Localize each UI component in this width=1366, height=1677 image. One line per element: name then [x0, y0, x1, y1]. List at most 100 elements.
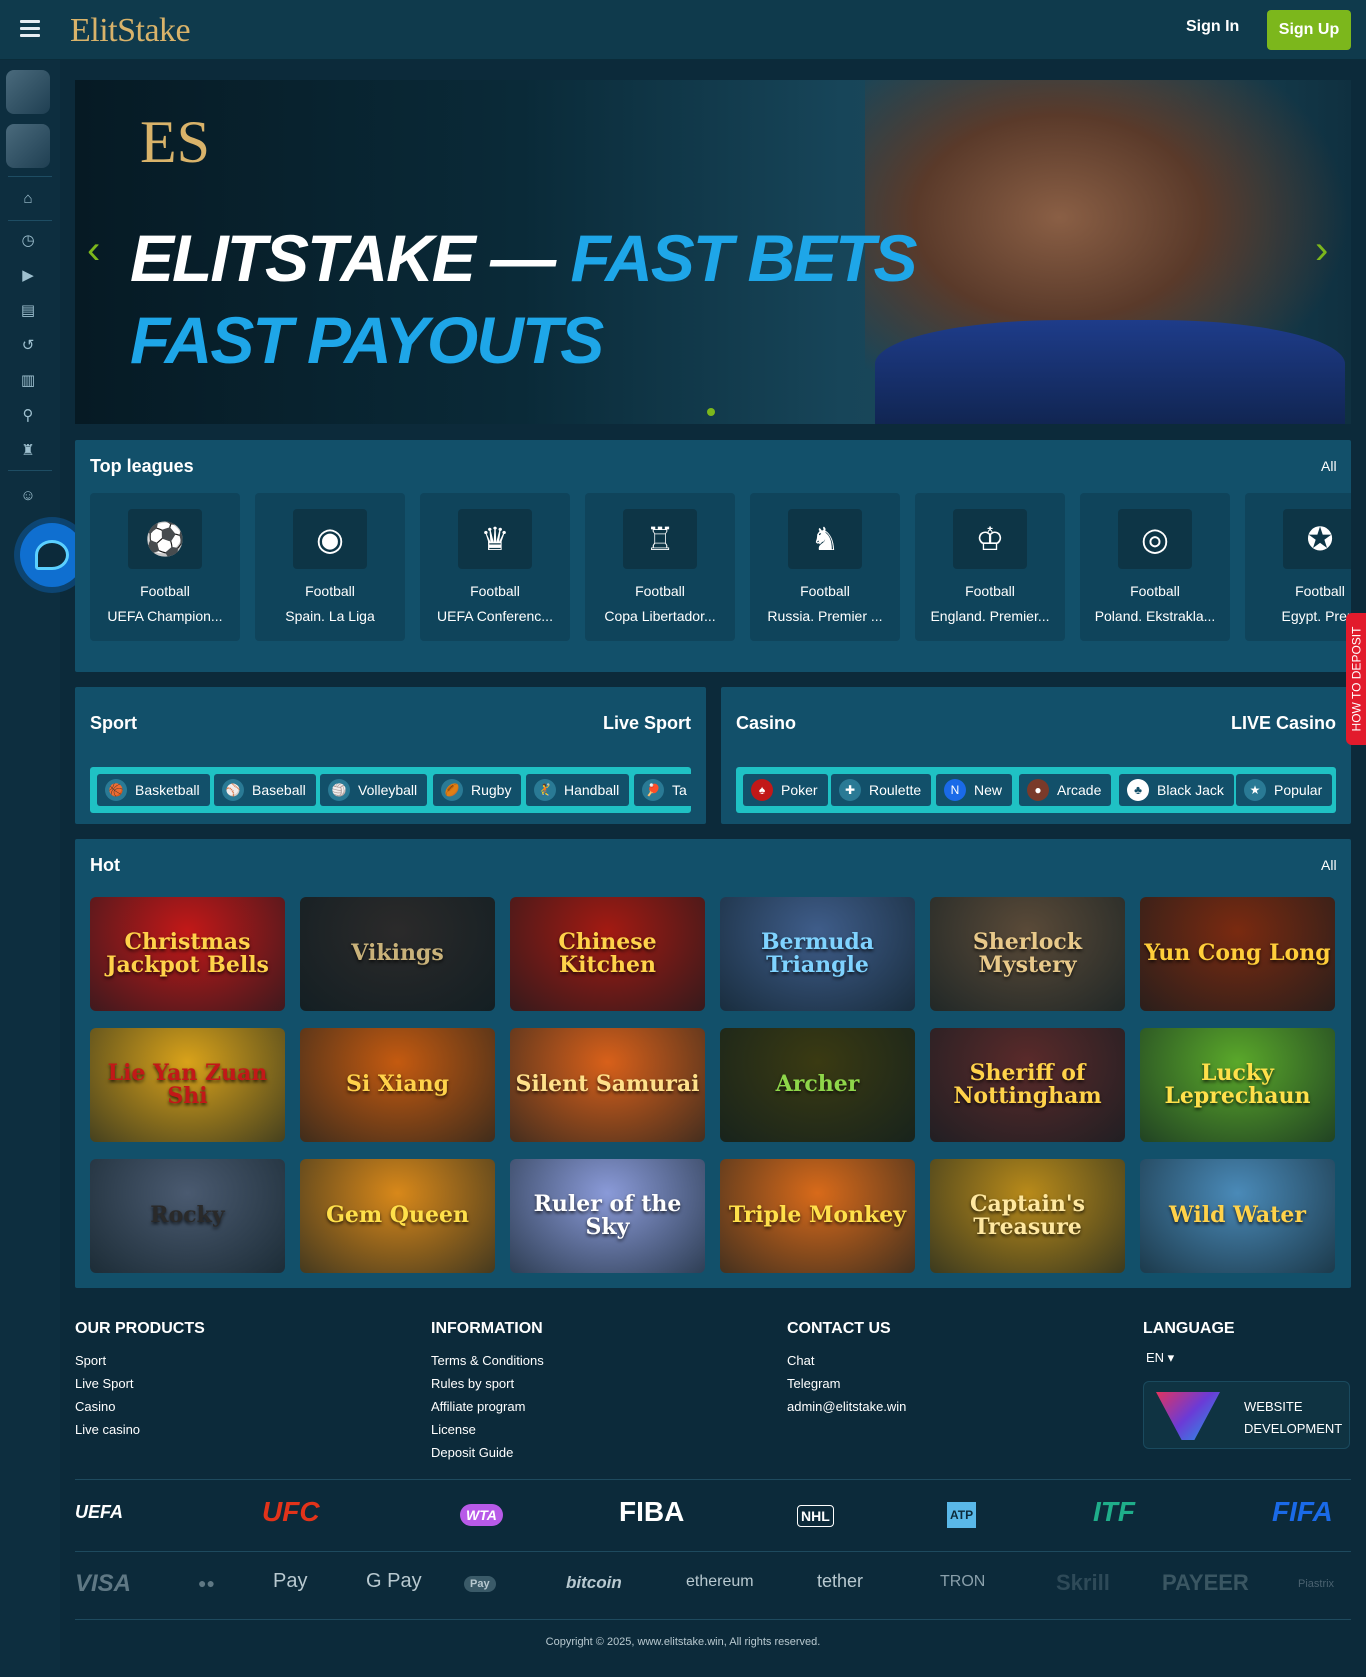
footer-link-chat[interactable]: Chat	[787, 1353, 814, 1368]
game-tile[interactable]: Yun Cong Long	[1140, 897, 1335, 1011]
game-title: Ruler of the Sky	[533, 1190, 682, 1240]
tennis-icon[interactable]: ⚲	[18, 405, 38, 425]
game-tile[interactable]: Wild Water	[1140, 1159, 1335, 1273]
footer-link-email[interactable]: admin@elitstake.win	[787, 1399, 906, 1414]
game-tile[interactable]: Silent Samurai	[510, 1028, 705, 1142]
league-card[interactable]: ♞ Football Russia. Premier ...	[750, 493, 900, 641]
footer-link-sport[interactable]: Sport	[75, 1353, 106, 1368]
home-icon[interactable]: ⌂	[18, 188, 38, 208]
game-tile[interactable]: Christmas Jackpot Bells	[90, 897, 285, 1011]
pay-payeer: PAYEER	[1162, 1570, 1249, 1595]
game-tile[interactable]: Vikings	[300, 897, 495, 1011]
chip-rugby[interactable]: 🏉 Rugby	[433, 774, 522, 806]
league-card[interactable]: ◉ Football Spain. La Liga	[255, 493, 405, 641]
stopwatch-icon[interactable]: ◷	[18, 230, 38, 250]
footer-link-affiliate[interactable]: Affiliate program	[431, 1399, 525, 1414]
history-icon[interactable]: ↺	[18, 335, 38, 355]
site-logo[interactable]: ElitStake	[70, 12, 191, 50]
game-tile[interactable]: Chinese Kitchen	[510, 897, 705, 1011]
game-title: Rocky	[150, 1202, 225, 1229]
game-tile[interactable]: Ruler of the Sky	[510, 1159, 705, 1273]
brand-atp: ATP	[947, 1502, 977, 1528]
game-tile[interactable]: Triple Monkey	[720, 1159, 915, 1273]
game-title: Sheriff of Nottingham	[953, 1059, 1102, 1109]
chip-label: Basketball	[135, 782, 200, 798]
brand-uefa: UEFA	[75, 1502, 124, 1522]
footer-link-casino[interactable]: Casino	[75, 1399, 115, 1414]
banner-pagination-dot[interactable]	[707, 408, 715, 416]
footer-link-deposit-guide[interactable]: Deposit Guide	[431, 1445, 513, 1460]
league-card[interactable]: ♔ Football England. Premier...	[915, 493, 1065, 641]
sidebar: ⌂ ◷ ▶ ▤ ↺ ▥ ⚲ ♜ ☺	[0, 60, 60, 1677]
footer-link-rules[interactable]: Rules by sport	[431, 1376, 514, 1391]
league-logo-icon: ♖	[623, 509, 697, 569]
sidebar-sport-thumb[interactable]	[6, 70, 50, 114]
banner-prev-arrow-icon[interactable]: ‹	[87, 230, 117, 270]
brand-ufc: UFC	[262, 1496, 320, 1527]
league-card[interactable]: ◎ Football Poland. Ekstrakla...	[1080, 493, 1230, 641]
chip-basketball[interactable]: 🏀 Basketball	[97, 774, 210, 806]
league-card[interactable]: ♖ Football Copa Libertador...	[585, 493, 735, 641]
league-name: UEFA Champion...	[107, 608, 223, 624]
chip-arcade[interactable]: ● Arcade	[1019, 774, 1112, 806]
game-tile[interactable]: Sheriff of Nottingham	[930, 1028, 1125, 1142]
play-icon[interactable]: ▶	[18, 265, 38, 285]
live-sport-link[interactable]: Live Sport	[603, 713, 691, 734]
league-logo-icon: ♔	[953, 509, 1027, 569]
chip-table-tennis[interactable]: 🏓 Ta	[634, 774, 691, 806]
banner-shirt-image	[875, 320, 1345, 424]
chip-baseball[interactable]: ⚾ Baseball	[214, 774, 316, 806]
chip-poker[interactable]: ♠ Poker	[743, 774, 828, 806]
menu-icon[interactable]	[20, 20, 40, 38]
game-tile[interactable]: Rocky	[90, 1159, 285, 1273]
information-title: INFORMATION	[431, 1320, 543, 1337]
popular-icon: ★	[1244, 779, 1266, 801]
sign-in-button[interactable]: Sign In	[1186, 18, 1239, 36]
footer-link-telegram[interactable]: Telegram	[787, 1376, 840, 1391]
chip-black-jack[interactable]: ♣ Black Jack	[1119, 774, 1234, 806]
casino-chips: ♠ Poker ✚ Roulette N New ● Arcade ♣ Black Jac…	[736, 767, 1336, 813]
casino-title[interactable]: Casino	[736, 713, 796, 734]
chip-popular[interactable]: ★ Popular	[1236, 774, 1333, 806]
how-to-deposit-tab[interactable]: HOW TO DEPOSIT	[1346, 613, 1366, 745]
sign-up-button[interactable]: Sign Up	[1267, 10, 1351, 50]
banner-next-arrow-icon[interactable]: ›	[1315, 230, 1345, 270]
game-tile[interactable]: Si Xiang	[300, 1028, 495, 1142]
footer-link-license[interactable]: License	[431, 1422, 476, 1437]
chip-new[interactable]: N New	[936, 774, 1013, 806]
footer-divider	[75, 1551, 1351, 1552]
league-sport: Football	[1130, 583, 1180, 599]
live-casino-link[interactable]: LIVE Casino	[1231, 713, 1336, 734]
jersey-icon[interactable]: ♜	[18, 440, 38, 460]
game-tile[interactable]: Captain's Treasure	[930, 1159, 1125, 1273]
game-tile[interactable]: Lucky Leprechaun	[1140, 1028, 1335, 1142]
chip-volleyball[interactable]: 🏐 Volleyball	[320, 774, 428, 806]
game-tile[interactable]: Sherlock Mystery	[930, 897, 1125, 1011]
hot-all-link[interactable]: All	[1321, 857, 1337, 873]
footer-link-live-casino[interactable]: Live casino	[75, 1422, 140, 1437]
footer-link-live-sport[interactable]: Live Sport	[75, 1376, 134, 1391]
league-card[interactable]: ⚽ Football UEFA Champion...	[90, 493, 240, 641]
game-tile[interactable]: Archer	[720, 1028, 915, 1142]
league-card[interactable]: ♛ Football UEFA Conferenc...	[420, 493, 570, 641]
website-development-badge[interactable]: WEBSITE DEVELOPMENT	[1143, 1381, 1350, 1449]
hero-banner[interactable]: ES ELITSTAKE — FAST BETS FAST PAYOUTS ‹ …	[75, 80, 1351, 424]
game-tile[interactable]: Gem Queen	[300, 1159, 495, 1273]
language-select[interactable]: EN ▾	[1146, 1350, 1174, 1366]
footer-link-terms[interactable]: Terms & Conditions	[431, 1353, 544, 1368]
chip-label: Poker	[781, 782, 818, 798]
league-card[interactable]: ✪ Football Egypt. Prem	[1245, 493, 1351, 641]
roulette-icon: ✚	[839, 779, 861, 801]
game-tile[interactable]: Bermuda Triangle	[720, 897, 915, 1011]
chip-roulette[interactable]: ✚ Roulette	[831, 774, 932, 806]
store-icon[interactable]: ▤	[18, 300, 38, 320]
chat-icon[interactable]: ☺	[18, 485, 38, 505]
top-leagues-all-link[interactable]: All	[1321, 458, 1337, 474]
store-alt-icon[interactable]: ▥	[18, 370, 38, 390]
sidebar-casino-thumb[interactable]	[6, 124, 50, 168]
chip-handball[interactable]: 🤾 Handball	[526, 774, 630, 806]
rugby-icon: 🏉	[441, 779, 463, 801]
sport-title[interactable]: Sport	[90, 713, 137, 734]
game-tile[interactable]: Lie Yan Zuan Shi	[90, 1028, 285, 1142]
brand-fifa: FIFA	[1272, 1496, 1333, 1527]
